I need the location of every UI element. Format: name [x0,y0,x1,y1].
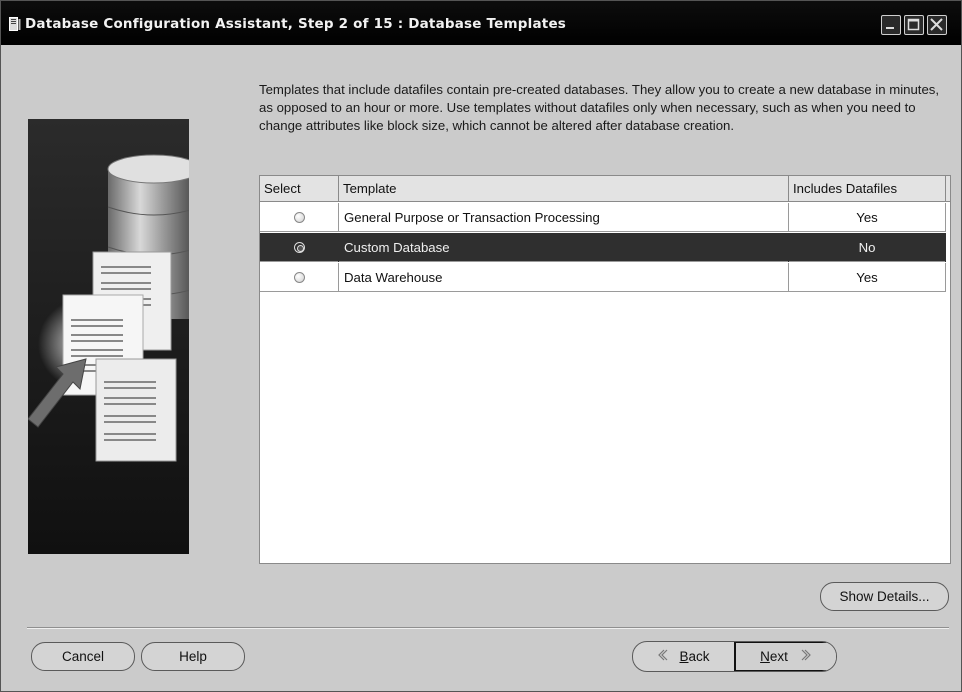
column-header-includes-datafiles[interactable]: Includes Datafiles [789,176,946,202]
close-button[interactable] [927,15,947,35]
radio-button-selected[interactable] [293,241,305,253]
show-details-button[interactable]: Show Details... [820,582,949,611]
help-button[interactable]: Help [141,642,245,671]
chevron-left-icon [657,649,669,664]
navigation-button-group: Back Next [632,641,837,672]
table-row[interactable]: General Purpose or Transaction Processin… [260,203,946,232]
radio-button[interactable] [293,211,305,223]
templates-table: Select Template Includes Datafiles Gener… [259,175,951,564]
dbca-window: Database Configuration Assistant, Step 2… [0,0,962,692]
back-label: Back [679,649,710,664]
select-cell[interactable] [260,263,339,292]
template-name-cell: General Purpose or Transaction Processin… [339,203,789,232]
includes-datafiles-cell: No [789,233,946,262]
radio-button[interactable] [293,271,305,283]
select-cell[interactable] [260,233,339,262]
column-header-select[interactable]: Select [260,176,339,202]
column-header-template[interactable]: Template [339,176,789,202]
window-title: Database Configuration Assistant, Step 2… [25,16,567,32]
table-row[interactable]: Data Warehouse Yes [260,263,946,292]
next-label: Next [760,649,788,664]
wizard-illustration [28,119,189,554]
title-bar: Database Configuration Assistant, Step 2… [1,1,961,45]
chevron-right-icon [800,649,812,664]
minimize-button[interactable] [881,15,901,35]
template-name-cell: Data Warehouse [339,263,789,292]
back-button[interactable]: Back [633,642,734,671]
select-cell[interactable] [260,203,339,232]
intro-text: Templates that include datafiles contain… [259,82,940,133]
template-name-cell: Custom Database [339,233,789,262]
table-header: Select Template Includes Datafiles [260,176,950,202]
cancel-button[interactable]: Cancel [31,642,135,671]
next-button[interactable]: Next [734,642,836,671]
includes-datafiles-cell: Yes [789,203,946,232]
maximize-button[interactable] [904,15,924,35]
includes-datafiles-cell: Yes [789,263,946,292]
application-icon [9,17,21,31]
divider [27,627,949,629]
table-row[interactable]: Custom Database No [260,233,946,262]
